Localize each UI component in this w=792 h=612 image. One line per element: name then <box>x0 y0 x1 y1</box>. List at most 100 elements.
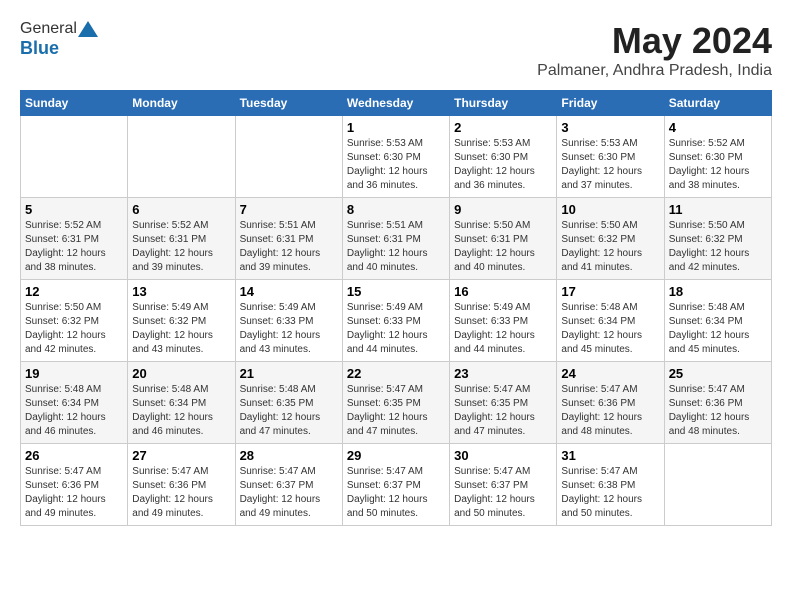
header-tuesday: Tuesday <box>235 91 342 116</box>
day-number: 19 <box>25 366 123 381</box>
sunset-text: Sunset: 6:30 PM <box>347 152 421 163</box>
calendar-cell: 21 Sunrise: 5:48 AM Sunset: 6:35 PM Dayl… <box>235 362 342 444</box>
daylight-text: Daylight: 12 hours and 40 minutes. <box>454 248 535 273</box>
calendar-cell <box>664 444 771 526</box>
sunrise-text: Sunrise: 5:49 AM <box>240 302 316 313</box>
daylight-text: Daylight: 12 hours and 39 minutes. <box>132 248 213 273</box>
calendar-week-row: 19 Sunrise: 5:48 AM Sunset: 6:34 PM Dayl… <box>21 362 772 444</box>
sunset-text: Sunset: 6:36 PM <box>561 398 635 409</box>
day-info: Sunrise: 5:53 AM Sunset: 6:30 PM Dayligh… <box>347 137 445 193</box>
daylight-text: Daylight: 12 hours and 46 minutes. <box>132 412 213 437</box>
day-number: 30 <box>454 448 552 463</box>
sunset-text: Sunset: 6:37 PM <box>347 480 421 491</box>
calendar-cell: 5 Sunrise: 5:52 AM Sunset: 6:31 PM Dayli… <box>21 198 128 280</box>
day-info: Sunrise: 5:47 AM Sunset: 6:36 PM Dayligh… <box>132 465 230 521</box>
day-number: 6 <box>132 202 230 217</box>
day-number: 2 <box>454 120 552 135</box>
day-info: Sunrise: 5:48 AM Sunset: 6:34 PM Dayligh… <box>25 383 123 439</box>
day-number: 22 <box>347 366 445 381</box>
day-number: 26 <box>25 448 123 463</box>
sunset-text: Sunset: 6:32 PM <box>561 234 635 245</box>
sunrise-text: Sunrise: 5:51 AM <box>240 220 316 231</box>
sunset-text: Sunset: 6:36 PM <box>132 480 206 491</box>
day-number: 16 <box>454 284 552 299</box>
day-info: Sunrise: 5:47 AM Sunset: 6:35 PM Dayligh… <box>347 383 445 439</box>
calendar-cell: 25 Sunrise: 5:47 AM Sunset: 6:36 PM Dayl… <box>664 362 771 444</box>
sunset-text: Sunset: 6:32 PM <box>132 316 206 327</box>
sunrise-text: Sunrise: 5:47 AM <box>347 384 423 395</box>
day-info: Sunrise: 5:47 AM Sunset: 6:37 PM Dayligh… <box>240 465 338 521</box>
day-number: 23 <box>454 366 552 381</box>
day-info: Sunrise: 5:47 AM Sunset: 6:36 PM Dayligh… <box>669 383 767 439</box>
sunset-text: Sunset: 6:33 PM <box>347 316 421 327</box>
sunset-text: Sunset: 6:37 PM <box>240 480 314 491</box>
calendar-cell: 16 Sunrise: 5:49 AM Sunset: 6:33 PM Dayl… <box>450 280 557 362</box>
calendar-cell: 23 Sunrise: 5:47 AM Sunset: 6:35 PM Dayl… <box>450 362 557 444</box>
calendar-cell <box>21 116 128 198</box>
calendar-week-row: 5 Sunrise: 5:52 AM Sunset: 6:31 PM Dayli… <box>21 198 772 280</box>
location-subtitle: Palmaner, Andhra Pradesh, India <box>537 62 772 80</box>
sunrise-text: Sunrise: 5:53 AM <box>561 138 637 149</box>
sunrise-text: Sunrise: 5:47 AM <box>561 466 637 477</box>
day-info: Sunrise: 5:48 AM Sunset: 6:34 PM Dayligh… <box>561 301 659 357</box>
daylight-text: Daylight: 12 hours and 49 minutes. <box>132 494 213 519</box>
sunset-text: Sunset: 6:30 PM <box>454 152 528 163</box>
calendar-cell: 8 Sunrise: 5:51 AM Sunset: 6:31 PM Dayli… <box>342 198 449 280</box>
daylight-text: Daylight: 12 hours and 48 minutes. <box>561 412 642 437</box>
day-info: Sunrise: 5:50 AM Sunset: 6:32 PM Dayligh… <box>25 301 123 357</box>
daylight-text: Daylight: 12 hours and 36 minutes. <box>454 166 535 191</box>
day-number: 8 <box>347 202 445 217</box>
calendar-cell: 18 Sunrise: 5:48 AM Sunset: 6:34 PM Dayl… <box>664 280 771 362</box>
day-number: 13 <box>132 284 230 299</box>
daylight-text: Daylight: 12 hours and 39 minutes. <box>240 248 321 273</box>
day-number: 7 <box>240 202 338 217</box>
day-info: Sunrise: 5:47 AM Sunset: 6:37 PM Dayligh… <box>454 465 552 521</box>
day-number: 21 <box>240 366 338 381</box>
day-number: 18 <box>669 284 767 299</box>
daylight-text: Daylight: 12 hours and 45 minutes. <box>561 330 642 355</box>
sunrise-text: Sunrise: 5:50 AM <box>669 220 745 231</box>
logo-general-text: General <box>20 20 77 38</box>
day-number: 1 <box>347 120 445 135</box>
day-info: Sunrise: 5:49 AM Sunset: 6:32 PM Dayligh… <box>132 301 230 357</box>
day-number: 12 <box>25 284 123 299</box>
calendar-cell: 27 Sunrise: 5:47 AM Sunset: 6:36 PM Dayl… <box>128 444 235 526</box>
day-info: Sunrise: 5:50 AM Sunset: 6:31 PM Dayligh… <box>454 219 552 275</box>
day-info: Sunrise: 5:47 AM Sunset: 6:38 PM Dayligh… <box>561 465 659 521</box>
sunrise-text: Sunrise: 5:48 AM <box>132 384 208 395</box>
day-info: Sunrise: 5:47 AM Sunset: 6:36 PM Dayligh… <box>25 465 123 521</box>
header-friday: Friday <box>557 91 664 116</box>
sunrise-text: Sunrise: 5:53 AM <box>454 138 530 149</box>
day-info: Sunrise: 5:47 AM Sunset: 6:35 PM Dayligh… <box>454 383 552 439</box>
calendar-cell: 31 Sunrise: 5:47 AM Sunset: 6:38 PM Dayl… <box>557 444 664 526</box>
daylight-text: Daylight: 12 hours and 42 minutes. <box>25 330 106 355</box>
sunset-text: Sunset: 6:30 PM <box>669 152 743 163</box>
day-number: 9 <box>454 202 552 217</box>
calendar-cell: 6 Sunrise: 5:52 AM Sunset: 6:31 PM Dayli… <box>128 198 235 280</box>
sunrise-text: Sunrise: 5:50 AM <box>561 220 637 231</box>
day-number: 3 <box>561 120 659 135</box>
header-saturday: Saturday <box>664 91 771 116</box>
sunrise-text: Sunrise: 5:47 AM <box>25 466 101 477</box>
header-monday: Monday <box>128 91 235 116</box>
day-number: 25 <box>669 366 767 381</box>
sunrise-text: Sunrise: 5:47 AM <box>669 384 745 395</box>
day-number: 28 <box>240 448 338 463</box>
weekday-header-row: Sunday Monday Tuesday Wednesday Thursday… <box>21 91 772 116</box>
sunset-text: Sunset: 6:33 PM <box>240 316 314 327</box>
header-sunday: Sunday <box>21 91 128 116</box>
daylight-text: Daylight: 12 hours and 46 minutes. <box>25 412 106 437</box>
sunrise-text: Sunrise: 5:49 AM <box>454 302 530 313</box>
calendar-cell: 22 Sunrise: 5:47 AM Sunset: 6:35 PM Dayl… <box>342 362 449 444</box>
sunrise-text: Sunrise: 5:47 AM <box>347 466 423 477</box>
calendar-week-row: 12 Sunrise: 5:50 AM Sunset: 6:32 PM Dayl… <box>21 280 772 362</box>
header-thursday: Thursday <box>450 91 557 116</box>
sunset-text: Sunset: 6:35 PM <box>347 398 421 409</box>
title-area: May 2024 Palmaner, Andhra Pradesh, India <box>537 20 772 80</box>
day-info: Sunrise: 5:47 AM Sunset: 6:37 PM Dayligh… <box>347 465 445 521</box>
logo: General Blue <box>20 20 99 59</box>
header-wednesday: Wednesday <box>342 91 449 116</box>
sunset-text: Sunset: 6:36 PM <box>25 480 99 491</box>
day-info: Sunrise: 5:49 AM Sunset: 6:33 PM Dayligh… <box>347 301 445 357</box>
day-info: Sunrise: 5:49 AM Sunset: 6:33 PM Dayligh… <box>454 301 552 357</box>
